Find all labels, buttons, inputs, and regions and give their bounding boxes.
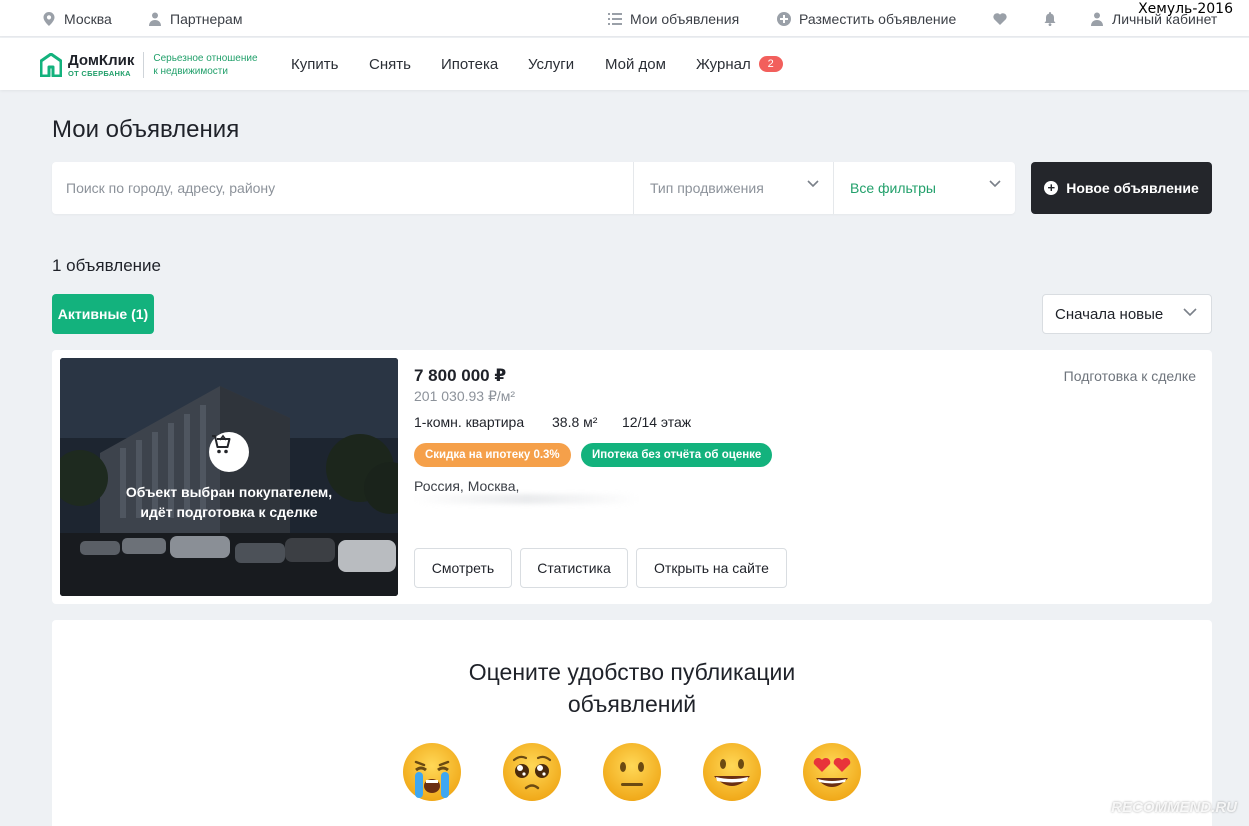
no-report-chip: Ипотека без отчёта об оценке [581, 443, 773, 467]
partners-link[interactable]: Партнерам [148, 0, 242, 37]
deal-overlay-line2: идёт подготовка к сделке [140, 504, 318, 520]
listing-card: Объект выбран покупателем, идёт подготов… [52, 350, 1212, 604]
partners-label: Партнерам [170, 10, 243, 27]
rating-title-line2: объявлений [567, 691, 697, 717]
neutral-emoji-icon[interactable] [602, 742, 662, 802]
logo-tagline: Серьезное отношение к недвижимости [153, 52, 257, 78]
address-blurred [414, 494, 639, 504]
sort-label: Сначала новые [1055, 305, 1164, 323]
location-pin-icon [42, 11, 56, 26]
ads-count: 1 объявление [52, 256, 161, 275]
all-filters-label: Все фильтры [850, 180, 936, 196]
heart-icon [993, 12, 1007, 26]
promo-type-select[interactable]: Тип продвижения [633, 162, 833, 214]
logo-sub: ОТ СБЕРБАНКА [68, 68, 131, 78]
person-icon [1090, 12, 1104, 26]
smiling-emoji-icon[interactable] [702, 742, 762, 802]
place-ad-link[interactable]: Разместить объявление [777, 0, 956, 37]
top-utility-bar: Москва Партнерам Мои объявления Размести… [0, 0, 1249, 37]
nav-mortgage[interactable]: Ипотека [441, 38, 498, 90]
crying-emoji-icon[interactable] [402, 742, 462, 802]
place-ad-label: Разместить объявление [799, 10, 957, 27]
bell-icon [1043, 11, 1057, 26]
discount-chip: Скидка на ипотеку 0.3% [414, 443, 571, 467]
user-watermark: Хемуль-2016 [1138, 1, 1233, 17]
nav-journal[interactable]: Журнал 2 [696, 38, 783, 90]
chevron-down-icon [807, 180, 819, 188]
search-input[interactable] [52, 162, 633, 214]
site-watermark: RECOMMEND.RU [1111, 799, 1237, 816]
listing-price: 7 800 000 ₽ [414, 366, 507, 385]
house-logo-icon [40, 53, 62, 77]
deal-overlay-text: Объект выбран покупателем, идёт подготов… [60, 482, 398, 522]
notifications-button[interactable] [1043, 0, 1057, 37]
listing-address: Россия, Москва, [414, 478, 520, 494]
chevron-down-icon [989, 180, 1001, 188]
stats-button[interactable]: Статистика [520, 548, 628, 588]
tab-active[interactable]: Активные (1) [52, 294, 154, 334]
search-filter-bar: Тип продвижения Все фильтры [52, 162, 1015, 214]
nav-journal-label: Журнал [696, 55, 751, 73]
view-button[interactable]: Смотреть [414, 548, 512, 588]
nav-buy[interactable]: Купить [291, 38, 338, 90]
city-selector[interactable]: Москва [42, 0, 112, 37]
logo[interactable]: ДомКлик ОТ СБЕРБАНКА Серьезное отношение… [40, 52, 258, 78]
chevron-down-icon [1183, 308, 1197, 317]
logo-wordmark: ДомКлик ОТ СБЕРБАНКА [68, 53, 134, 78]
rating-title: Оцените удобство публикации объявлений [0, 656, 1249, 720]
area: 38.8 м² [552, 414, 598, 430]
logo-tagline-line2: к недвижимости [153, 66, 228, 77]
nav-services[interactable]: Услуги [528, 38, 574, 90]
promo-type-label: Тип продвижения [650, 180, 764, 196]
price-per-m2: 201 030.93 ₽/м² [414, 388, 516, 404]
logo-divider [143, 52, 145, 78]
new-ad-button[interactable]: + Новое объявление [1031, 162, 1212, 214]
listing-status: Подготовка к сделке [1063, 368, 1196, 384]
deal-overlay-line1: Объект выбран покупателем, [125, 484, 333, 500]
plus-circle-icon: + [1044, 181, 1059, 195]
list-icon [608, 12, 622, 26]
nav-my-home[interactable]: Мой дом [605, 38, 666, 90]
city-label: Москва [64, 10, 112, 27]
all-filters-select[interactable]: Все фильтры [833, 162, 1015, 214]
plus-circle-icon [777, 11, 791, 26]
shopping-cart-icon [209, 432, 249, 472]
pleading-emoji-icon[interactable] [502, 742, 562, 802]
rooms: 1-комн. квартира [414, 414, 525, 430]
new-ad-label: Новое объявление [1066, 180, 1199, 196]
journal-badge: 2 [758, 56, 783, 72]
open-on-site-button[interactable]: Открыть на сайте [636, 548, 787, 588]
listing-photo[interactable]: Объект выбран покупателем, идёт подготов… [60, 358, 398, 596]
logo-tagline-line1: Серьезное отношение [153, 53, 258, 64]
sort-select[interactable]: Сначала новые [1042, 294, 1212, 334]
photo-scene [60, 358, 398, 596]
my-ads-link[interactable]: Мои объявления [608, 0, 739, 37]
rating-title-line1: Оцените удобство публикации [468, 659, 796, 685]
person-icon [148, 12, 162, 26]
my-ads-label: Мои объявления [630, 10, 740, 27]
favorites-button[interactable] [993, 0, 1007, 37]
logo-name: ДомКлик [68, 51, 135, 69]
heart-eyes-emoji-icon[interactable] [802, 742, 862, 802]
page-title: Мои объявления [52, 116, 240, 143]
nav-rent[interactable]: Снять [369, 38, 411, 90]
floor: 12/14 этаж [622, 414, 692, 430]
main-navbar: ДомКлик ОТ СБЕРБАНКА Серьезное отношение… [0, 38, 1249, 90]
